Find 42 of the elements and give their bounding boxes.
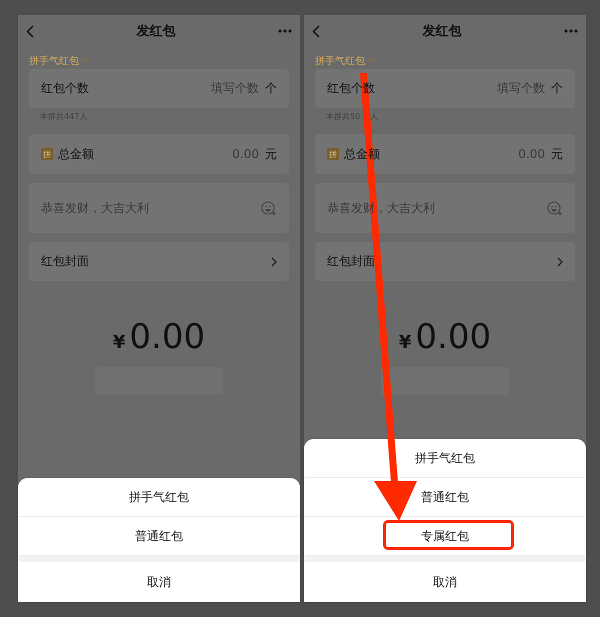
back-icon[interactable] bbox=[312, 24, 320, 38]
field-label: 红包个数 bbox=[41, 80, 89, 97]
unit-label: 元 bbox=[551, 146, 563, 162]
currency-symbol: ¥ bbox=[112, 332, 126, 353]
unit-label: 个 bbox=[265, 80, 277, 97]
chevron-down-icon[interactable] bbox=[81, 58, 90, 64]
badge: 拼 bbox=[41, 148, 53, 160]
amount-field[interactable]: 拼 总金额 0.00 元 bbox=[29, 134, 289, 174]
emoji-icon[interactable] bbox=[261, 200, 277, 216]
sheet-option[interactable]: 拼手气红包 bbox=[304, 439, 586, 478]
more-icon[interactable] bbox=[278, 29, 292, 33]
field-placeholder: 填写个数 bbox=[497, 80, 545, 97]
field-label: 总金额 bbox=[58, 146, 94, 162]
total-amount: 0.00 bbox=[129, 317, 206, 357]
window-title: 发红包 bbox=[136, 23, 176, 40]
back-icon[interactable] bbox=[26, 24, 34, 38]
greeting-field[interactable]: 恭喜发财，大吉大利 bbox=[29, 183, 289, 233]
type-selector[interactable]: 拼手气红包 bbox=[29, 54, 79, 68]
chevron-right-icon bbox=[557, 256, 563, 266]
total-amount: 0.00 bbox=[415, 317, 492, 357]
window-title: 发红包 bbox=[422, 23, 462, 40]
type-selector[interactable]: 拼手气红包 bbox=[315, 54, 365, 68]
chevron-down-icon[interactable] bbox=[367, 58, 376, 64]
field-placeholder: 恭喜发财，大吉大利 bbox=[41, 200, 149, 216]
row-label: 红包封面 bbox=[327, 253, 375, 270]
badge: 拼 bbox=[327, 148, 339, 160]
cover-row[interactable]: 红包封面 bbox=[29, 242, 289, 281]
chevron-right-icon bbox=[271, 256, 277, 266]
emoji-icon[interactable] bbox=[547, 200, 563, 216]
more-icon[interactable] bbox=[564, 29, 578, 33]
member-count: 人 bbox=[370, 111, 378, 123]
sheet-option[interactable]: 拼手气红包 bbox=[18, 478, 300, 517]
count-field[interactable]: 红包个数 填写个数 个 bbox=[29, 69, 289, 108]
field-placeholder: 填写个数 bbox=[211, 80, 259, 97]
row-label: 红包封面 bbox=[41, 253, 89, 270]
field-placeholder: 0.00 bbox=[232, 147, 259, 161]
currency-symbol: ¥ bbox=[398, 332, 412, 353]
sheet-option[interactable]: 专属红包 bbox=[304, 517, 586, 556]
unit-label: 个 bbox=[551, 80, 563, 97]
cover-row[interactable]: 红包封面 bbox=[315, 242, 575, 281]
field-placeholder: 0.00 bbox=[518, 147, 545, 161]
unit-label: 元 bbox=[265, 146, 277, 162]
